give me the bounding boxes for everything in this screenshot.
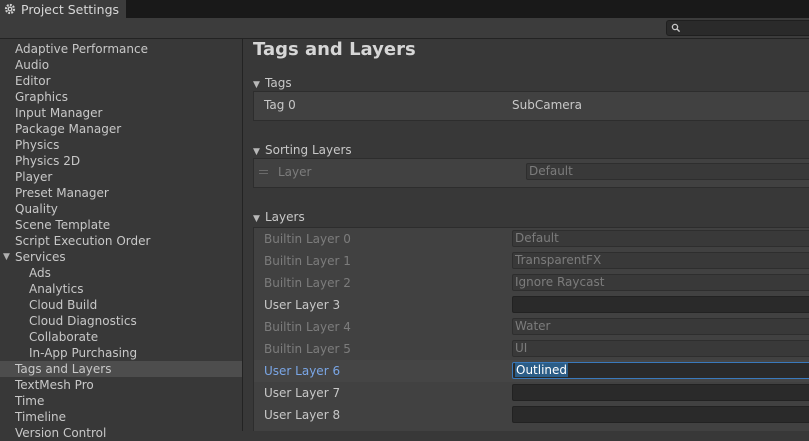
toolbar: [0, 18, 809, 39]
layer-name-field[interactable]: [512, 296, 809, 313]
layer-row: Builtin Layer 0 Default: [254, 228, 809, 250]
page-title: Tags and Layers: [253, 39, 416, 60]
sidebar-item-quality[interactable]: Quality: [0, 201, 242, 217]
layers-section-header[interactable]: ▼ Layers: [253, 209, 305, 225]
layer-row: Builtin Layer 4 Water: [254, 316, 809, 338]
layer-label: Builtin Layer 2: [264, 276, 351, 290]
gear-icon: [4, 3, 18, 15]
sidebar-item-physics-2d[interactable]: Physics 2D: [0, 153, 242, 169]
tag-row[interactable]: Tag 0 SubCamera: [254, 94, 809, 116]
sidebar-item-time[interactable]: Time: [0, 393, 242, 409]
layer-name-field-focused[interactable]: Outlined: [512, 362, 809, 379]
layers-list: Builtin Layer 0 Default Builtin Layer 1 …: [253, 227, 809, 431]
tab-title: Project Settings: [21, 1, 120, 17]
sidebar-item-cloud-diagnostics[interactable]: Cloud Diagnostics: [0, 313, 242, 329]
layer-label: Builtin Layer 5: [264, 342, 351, 356]
layer-label: Builtin Layer 1: [264, 254, 351, 268]
tags-list: Tag 0 SubCamera: [253, 91, 809, 121]
sidebar-item-ads[interactable]: Ads: [0, 265, 242, 281]
search-input[interactable]: [666, 20, 809, 36]
layer-row-active[interactable]: User Layer 6 Outlined: [254, 360, 809, 382]
sorting-layers-section-header[interactable]: ▼ Sorting Layers: [253, 142, 352, 158]
layer-label: Builtin Layer 4: [264, 320, 351, 334]
sidebar-item-physics[interactable]: Physics: [0, 137, 242, 153]
layer-name-field: TransparentFX: [512, 252, 809, 269]
sidebar-item-script-execution-order[interactable]: Script Execution Order: [0, 233, 242, 249]
layer-name-field[interactable]: [512, 406, 809, 423]
foldout-triangle-icon: ▼: [253, 214, 260, 224]
layer-name-field[interactable]: [512, 384, 809, 401]
sorting-layers-list: Layer Default: [253, 158, 809, 188]
selected-text: Outlined: [515, 363, 569, 377]
tab-strip: Project Settings: [0, 0, 809, 18]
drag-handle-icon[interactable]: [259, 170, 268, 176]
settings-content: Tags and Layers ▼ Tags Tag 0 SubCamera ▼ S…: [243, 39, 809, 431]
layer-name-field: UI: [512, 340, 809, 357]
tab-project-settings[interactable]: Project Settings: [0, 0, 126, 18]
layer-label: User Layer 7: [264, 386, 341, 400]
expand-triangle-icon[interactable]: ▼: [3, 249, 10, 265]
layer-row[interactable]: User Layer 8: [254, 404, 809, 426]
sidebar-item-package-manager[interactable]: Package Manager: [0, 121, 242, 137]
layer-row[interactable]: User Layer 7: [254, 382, 809, 404]
sorting-layer-row[interactable]: Layer Default: [254, 161, 809, 183]
tag-label: Tag 0: [264, 98, 296, 112]
layer-row: Builtin Layer 2 Ignore Raycast: [254, 272, 809, 294]
sidebar-item-editor[interactable]: Editor: [0, 73, 242, 89]
layer-label: User Layer 3: [264, 298, 341, 312]
layer-label: User Layer 6: [264, 364, 341, 378]
layer-row[interactable]: User Layer 3: [254, 294, 809, 316]
sidebar-item-collaborate[interactable]: Collaborate: [0, 329, 242, 345]
sidebar-item-timeline[interactable]: Timeline: [0, 409, 242, 425]
layer-name-field: Default: [512, 230, 809, 247]
sidebar-item-audio[interactable]: Audio: [0, 57, 242, 73]
layer-row: Builtin Layer 1 TransparentFX: [254, 250, 809, 272]
sidebar-item-scene-template[interactable]: Scene Template: [0, 217, 242, 233]
layer-label: User Layer 8: [264, 408, 341, 422]
tags-section-header[interactable]: ▼ Tags: [253, 75, 292, 91]
sidebar-item-services[interactable]: ▼ Services: [0, 249, 242, 265]
sidebar-item-player[interactable]: Player: [0, 169, 242, 185]
sidebar-item-analytics[interactable]: Analytics: [0, 281, 242, 297]
sorting-layer-label: Layer: [278, 165, 312, 179]
sorting-layer-name-field[interactable]: Default: [526, 163, 809, 180]
tag-value: SubCamera: [512, 98, 582, 112]
sidebar-item-preset-manager[interactable]: Preset Manager: [0, 185, 242, 201]
settings-sidebar: Adaptive Performance Audio Editor Graphi…: [0, 39, 242, 440]
layer-name-field: Water: [512, 318, 809, 335]
layer-label: Builtin Layer 0: [264, 232, 351, 246]
sidebar-item-adaptive-performance[interactable]: Adaptive Performance: [0, 41, 242, 57]
layer-name-field: Ignore Raycast: [512, 274, 809, 291]
search-icon: [671, 22, 681, 36]
sidebar-item-textmesh-pro[interactable]: TextMesh Pro: [0, 377, 242, 393]
sidebar-item-version-control[interactable]: Version Control: [0, 425, 242, 441]
sidebar-item-tags-and-layers[interactable]: Tags and Layers: [0, 361, 242, 377]
sidebar-item-input-manager[interactable]: Input Manager: [0, 105, 242, 121]
sidebar-item-in-app-purchasing[interactable]: In-App Purchasing: [0, 345, 242, 361]
layer-row: Builtin Layer 5 UI: [254, 338, 809, 360]
sidebar-item-cloud-build[interactable]: Cloud Build: [0, 297, 242, 313]
sidebar-item-graphics[interactable]: Graphics: [0, 89, 242, 105]
